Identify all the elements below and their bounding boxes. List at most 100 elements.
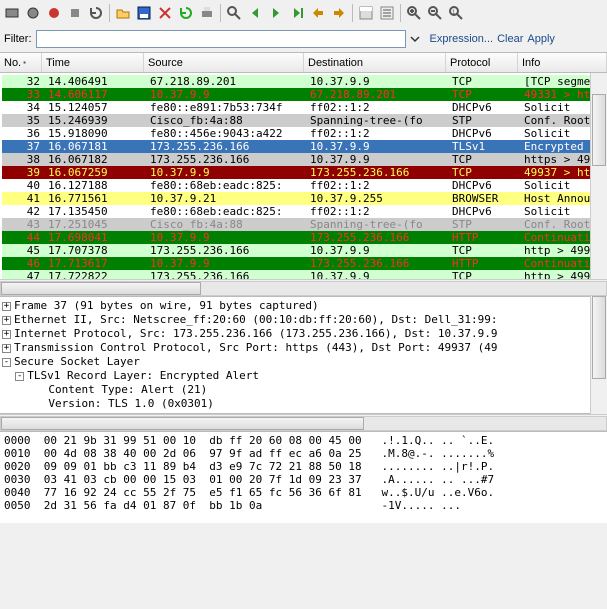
packet-row[interactable]: 4517.707378173.255.236.16610.37.9.9TCPht… xyxy=(2,244,607,257)
cell: 14.606117 xyxy=(44,88,146,101)
packet-row[interactable]: 4016.127188fe80::68eb:eadc:825:ff02::1:2… xyxy=(2,179,607,192)
tree-horizontal-scrollbar[interactable] xyxy=(0,414,607,431)
zoom-reset-icon[interactable]: 1 xyxy=(446,3,466,23)
tree-toggle-icon[interactable]: + xyxy=(2,302,11,311)
hex-line: 0010 00 4d 08 38 40 00 2d 06 97 9f ad ff… xyxy=(4,447,603,460)
go-first-icon[interactable] xyxy=(308,3,328,23)
colorize-icon[interactable] xyxy=(356,3,376,23)
toolbar-separator xyxy=(352,4,353,22)
cell: TLSv1 xyxy=(448,140,520,153)
capture-interfaces-icon[interactable] xyxy=(2,3,22,23)
cell: 15.246939 xyxy=(44,114,146,127)
tree-toggle-icon[interactable]: - xyxy=(2,358,11,367)
tree-node[interactable]: Content Type: Alert (21) xyxy=(2,383,607,397)
packet-row[interactable]: 4417.69804110.37.9.9173.255.236.166HTTPC… xyxy=(2,231,607,244)
capture-start-icon[interactable] xyxy=(44,3,64,23)
tree-label: Content Type: Alert (21) xyxy=(48,383,207,396)
cell: 16.067181 xyxy=(44,140,146,153)
tree-node[interactable]: +Ethernet II, Src: Netscree_ff:20:60 (00… xyxy=(2,313,607,327)
packet-row[interactable]: 3615.918090fe80::456e:9043:a422ff02::1:2… xyxy=(2,127,607,140)
packet-row[interactable]: 3214.40649167.218.89.20110.37.9.9TCP[TCP… xyxy=(2,75,607,88)
hex-line: 0050 2d 31 56 fa d4 01 87 0f bb 1b 0a -1… xyxy=(4,499,603,512)
vertical-scrollbar[interactable] xyxy=(590,73,607,279)
tree-toggle-icon[interactable]: + xyxy=(2,330,11,339)
open-icon[interactable] xyxy=(113,3,133,23)
cell: 42 xyxy=(2,205,44,218)
tree-toggle-icon[interactable]: + xyxy=(2,316,11,325)
cell: ff02::1:2 xyxy=(306,179,448,192)
cell: fe80::456e:9043:a422 xyxy=(146,127,306,140)
cell: Cisco_fb:4a:88 xyxy=(146,114,306,127)
cell: 67.218.89.201 xyxy=(146,75,306,88)
column-header-destination[interactable]: Destination xyxy=(304,53,446,72)
cell: 10.37.9.9 xyxy=(146,257,306,270)
go-last-icon[interactable] xyxy=(329,3,349,23)
cell: fe80::68eb:eadc:825: xyxy=(146,205,306,218)
cell: 17.713617 xyxy=(44,257,146,270)
tree-node[interactable]: +Frame 37 (91 bytes on wire, 91 bytes ca… xyxy=(2,299,607,313)
tree-vertical-scrollbar[interactable] xyxy=(590,296,607,414)
save-icon[interactable] xyxy=(134,3,154,23)
column-header-time[interactable]: Time xyxy=(42,53,144,72)
packet-row[interactable]: 4217.135450fe80::68eb:eadc:825:ff02::1:2… xyxy=(2,205,607,218)
find-icon[interactable] xyxy=(224,3,244,23)
cell: TCP xyxy=(448,88,520,101)
go-prev-icon[interactable] xyxy=(245,3,265,23)
cell: HTTP xyxy=(448,257,520,270)
cell: 43 xyxy=(2,218,44,231)
capture-stop-icon[interactable] xyxy=(65,3,85,23)
packet-details-pane[interactable]: +Frame 37 (91 bytes on wire, 91 bytes ca… xyxy=(0,296,607,414)
cell: 39 xyxy=(2,166,44,179)
go-jump-icon[interactable] xyxy=(287,3,307,23)
capture-options-icon[interactable] xyxy=(23,3,43,23)
cell: 14.406491 xyxy=(44,75,146,88)
close-icon[interactable] xyxy=(155,3,175,23)
zoom-in-icon[interactable] xyxy=(404,3,424,23)
capture-restart-icon[interactable] xyxy=(86,3,106,23)
packet-row[interactable]: 3314.60611710.37.9.967.218.89.201TCP4933… xyxy=(2,88,607,101)
cell: DHCPv6 xyxy=(448,127,520,140)
packet-row[interactable]: 3415.124057fe80::e891:7b53:734fff02::1:2… xyxy=(2,101,607,114)
zoom-out-icon[interactable] xyxy=(425,3,445,23)
tree-node[interactable]: +Transmission Control Protocol, Src Port… xyxy=(2,341,607,355)
column-header-no[interactable]: No.▪ xyxy=(0,53,42,72)
expression-button[interactable]: Expression... xyxy=(430,33,494,45)
packet-row[interactable]: 4317.251045Cisco_fb:4a:88Spanning-tree-(… xyxy=(2,218,607,231)
cell: STP xyxy=(448,218,520,231)
packet-row[interactable]: 4116.77156110.37.9.2110.37.9.255BROWSERH… xyxy=(2,192,607,205)
cell: 16.067259 xyxy=(44,166,146,179)
packet-row[interactable]: 3515.246939Cisco_fb:4a:88Spanning-tree-(… xyxy=(2,114,607,127)
print-icon[interactable] xyxy=(197,3,217,23)
packet-row[interactable]: 3816.067182173.255.236.16610.37.9.9TCPht… xyxy=(2,153,607,166)
packet-list-rows[interactable]: 3214.40649167.218.89.20110.37.9.9TCP[TCP… xyxy=(0,73,607,296)
cell: ff02::1:2 xyxy=(306,127,448,140)
column-header-info[interactable]: Info xyxy=(518,53,607,72)
tree-toggle-icon[interactable]: - xyxy=(15,372,24,381)
cell: Spanning-tree-(fo xyxy=(306,114,448,127)
filter-bar: Filter: Expression... Clear Apply xyxy=(0,26,607,52)
auto-scroll-icon[interactable] xyxy=(377,3,397,23)
horizontal-scrollbar[interactable] xyxy=(0,279,607,296)
go-next-icon[interactable] xyxy=(266,3,286,23)
tree-node[interactable]: -Secure Socket Layer xyxy=(2,355,607,369)
tree-node[interactable]: Version: TLS 1.0 (0x0301) xyxy=(2,397,607,411)
filter-dropdown-icon[interactable] xyxy=(410,34,426,44)
packet-row[interactable]: 4617.71361710.37.9.9173.255.236.166HTTPC… xyxy=(2,257,607,270)
packet-bytes-pane[interactable]: 0000 00 21 9b 31 99 51 00 10 db ff 20 60… xyxy=(0,431,607,523)
cell: 46 xyxy=(2,257,44,270)
filter-input[interactable] xyxy=(36,30,406,48)
packet-row[interactable]: 3716.067181173.255.236.16610.37.9.9TLSv1… xyxy=(2,140,607,153)
hex-line: 0020 09 09 01 bb c3 11 89 b4 d3 e9 7c 72… xyxy=(4,460,603,473)
column-header-protocol[interactable]: Protocol xyxy=(446,53,518,72)
tree-toggle-icon[interactable]: + xyxy=(2,344,11,353)
reload-icon[interactable] xyxy=(176,3,196,23)
clear-button[interactable]: Clear xyxy=(497,33,523,45)
cell: 15.124057 xyxy=(44,101,146,114)
apply-button[interactable]: Apply xyxy=(527,33,555,45)
hex-line: 0000 00 21 9b 31 99 51 00 10 db ff 20 60… xyxy=(4,434,603,447)
packet-row[interactable]: 3916.06725910.37.9.9173.255.236.166TCP49… xyxy=(2,166,607,179)
tree-node[interactable]: -TLSv1 Record Layer: Encrypted Alert xyxy=(2,369,607,383)
column-header-source[interactable]: Source xyxy=(144,53,304,72)
cell: TCP xyxy=(448,153,520,166)
tree-node[interactable]: +Internet Protocol, Src: 173.255.236.166… xyxy=(2,327,607,341)
